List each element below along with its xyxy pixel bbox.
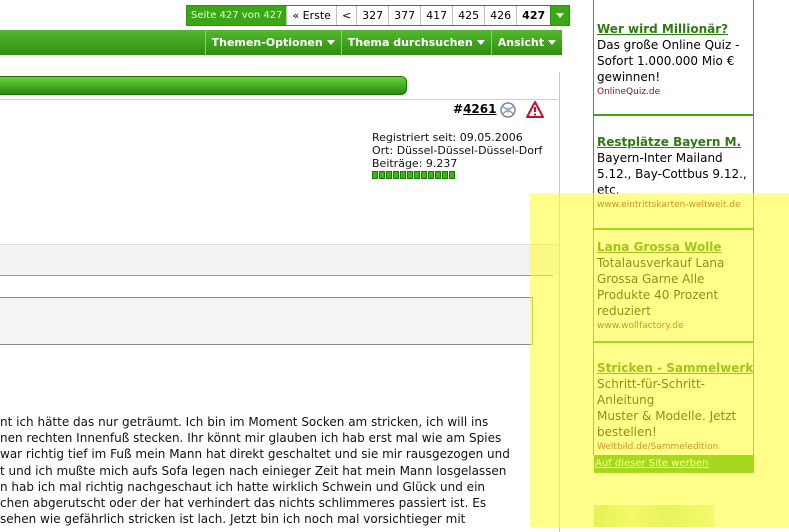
ad-body-line: Totalausverkauf Lana	[597, 256, 725, 270]
ad-title[interactable]: Stricken - Sammelwerk	[597, 360, 757, 376]
ad-body-line: 5.12., Bay-Cottbus 9.12.,	[597, 167, 747, 181]
ad-body-line: Das große Online Quiz -	[597, 38, 740, 52]
reputation-pip	[449, 171, 455, 179]
thread-toolbar: Themen-Optionen Thema durchsuchen Ansich…	[0, 30, 562, 55]
post-text-line: t und ich mußte mich aufs Sofa legen nac…	[0, 463, 507, 478]
ad-body-line: etc.	[597, 183, 620, 197]
ad-item[interactable]: Restplätze Bayern M. Bayern-Inter Mailan…	[597, 134, 757, 212]
thread-options-menu[interactable]: Themen-Optionen	[204, 30, 341, 55]
page-link-426[interactable]: 426	[484, 6, 516, 25]
ad-body-line: Schritt-für-Schritt-Anleitung	[597, 377, 705, 407]
page-link-377[interactable]: 377	[388, 6, 420, 25]
decorative-banner	[594, 505, 714, 527]
ad-title[interactable]: Lana Grossa Wolle	[597, 239, 757, 255]
page-link-327[interactable]: 327	[356, 6, 388, 25]
user-status-icon[interactable]	[498, 101, 518, 123]
ad-title[interactable]: Wer wird Millionär?	[597, 21, 757, 37]
ad-url[interactable]: www.wollfactory.de	[597, 319, 757, 333]
reputation-pip	[435, 171, 441, 179]
ad-title[interactable]: Restplätze Bayern M.	[597, 134, 757, 150]
ad-body-line: Produkte 40 Prozent	[597, 288, 719, 302]
reputation-pip	[428, 171, 434, 179]
chevron-down-icon	[476, 40, 485, 45]
page-prev-link[interactable]: <	[335, 6, 356, 25]
page-current: 427	[516, 6, 550, 25]
post-body: nt ich hätte das nur geträumt. Ich bin i…	[0, 414, 560, 527]
ad-url[interactable]: www.eintrittskarten-weltweit.de	[597, 198, 757, 212]
search-thread-menu[interactable]: Thema durchsuchen	[340, 30, 491, 55]
ads-footer: Auf dieser Site werben	[594, 455, 754, 473]
ad-body-line: reduziert	[597, 304, 651, 318]
reputation-pip	[379, 171, 385, 179]
post-number: #4261	[453, 102, 496, 116]
ad-body-line: Muster & Modelle. Jetzt	[597, 409, 737, 423]
post-text-line: chen abgerutscht oder der hat verhindert…	[0, 495, 487, 510]
reputation-pip	[421, 171, 427, 179]
reputation-pip	[393, 171, 399, 179]
page-link-425[interactable]: 425	[452, 6, 484, 25]
view-menu[interactable]: Ansicht	[490, 30, 562, 55]
page-jump-dropdown[interactable]	[550, 6, 570, 25]
chevron-down-icon	[326, 40, 335, 45]
search-thread-label: Thema durchsuchen	[347, 36, 473, 49]
ad-body-line: Bayern-Inter Mailand	[597, 151, 723, 165]
reputation-pip	[400, 171, 406, 179]
reputation-pip	[442, 171, 448, 179]
post-permalink[interactable]: 4261	[463, 102, 496, 116]
user-location: Ort: Düssel-Düssel-Düssel-Dorf	[372, 144, 543, 157]
post-text-line: nen rechten Innenfuß stecken. Ihr könnt …	[0, 431, 502, 446]
ad-item[interactable]: Lana Grossa Wolle Totalausverkauf Lana G…	[597, 239, 757, 333]
post-title-band	[0, 244, 559, 275]
user-post-count: Beiträge: 9.237	[372, 157, 458, 170]
reputation-pip	[407, 171, 413, 179]
ad-body-line: Grossa Garne Alle	[597, 272, 705, 286]
ad-separator	[594, 228, 754, 230]
ad-separator	[594, 341, 754, 343]
page-link-417[interactable]: 417	[420, 6, 452, 25]
reputation-bar	[372, 171, 455, 179]
view-label: Ansicht	[497, 36, 544, 49]
ad-item[interactable]: Wer wird Millionär? Das große Online Qui…	[597, 21, 757, 99]
thread-options-label: Themen-Optionen	[211, 36, 323, 49]
page-first-link[interactable]: « Erste	[286, 6, 336, 25]
ad-body-line: bestellen!	[597, 425, 657, 439]
post-text-line: war richtig tief im Fuß mein Mann hat di…	[0, 447, 510, 462]
post-text-line: nt ich hätte das nur geträumt. Ich bin i…	[0, 415, 489, 429]
ad-item[interactable]: Stricken - Sammelwerk Schritt-für-Schrit…	[597, 360, 757, 454]
reputation-pip	[372, 171, 378, 179]
ad-body-line: gewinnen!	[597, 70, 661, 84]
ad-url[interactable]: Weltbild.de/Sammeledition	[597, 440, 757, 454]
chevron-down-icon	[548, 40, 556, 45]
reputation-pip	[414, 171, 420, 179]
user-info: Registriert seit: 09.05.2006 Ort: Düssel…	[372, 131, 542, 170]
reputation-pip	[386, 171, 392, 179]
report-warning-icon[interactable]	[526, 101, 544, 123]
divider	[0, 99, 558, 100]
post-number-hash: #	[453, 102, 464, 116]
chevron-down-icon	[556, 13, 565, 18]
divider	[0, 275, 553, 276]
advertise-link[interactable]: Auf dieser Site werben	[594, 458, 708, 469]
quote-box	[0, 297, 533, 345]
post-text-line: n hab ich mal richtig nachgeschaut ich h…	[0, 479, 486, 494]
post-icons	[498, 101, 544, 123]
ad-separator	[594, 114, 754, 116]
pagination: Seite 427 von 427 « Erste < 327 377 417 …	[186, 5, 571, 26]
post-text-line: sehen wie gefährlich stricken ist lach. …	[0, 512, 466, 527]
user-registered: Registriert seit: 09.05.2006	[372, 131, 523, 144]
page-status: Seite 427 von 427	[187, 6, 287, 25]
ad-body-line: Sofort 1.000.000 Mio €	[597, 54, 735, 68]
post-header-bar	[0, 76, 407, 95]
ad-url[interactable]: OnlineQuiz.de	[597, 85, 757, 99]
